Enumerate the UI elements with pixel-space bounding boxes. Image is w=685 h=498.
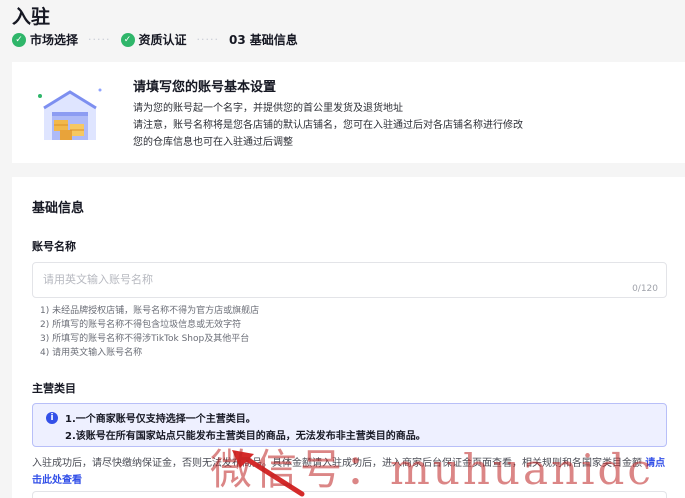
step-market-select: ✓ 市场选择 xyxy=(12,31,78,48)
check-circle-icon: ✓ xyxy=(120,32,135,47)
step-number: 03 xyxy=(229,32,246,47)
account-name-hint: 3) 所填写的账号名称不得涉TikTok Shop及其他平台 xyxy=(40,334,250,344)
info-icon: i xyxy=(46,412,58,424)
account-name-hint: 4) 请用英文输入账号名称 xyxy=(40,348,143,358)
step-basic-info: 03 基础信息 xyxy=(229,31,298,48)
check-circle-icon: ✓ xyxy=(12,32,26,47)
notice-title: 请填写您的账号基本设置 xyxy=(133,80,277,95)
step-divider: ····· xyxy=(88,33,111,46)
step-label: 基础信息 xyxy=(249,33,298,47)
step-indicator: ✓ 市场选择 ····· ✓ 资质认证 ····· 03 基础信息 xyxy=(12,31,298,48)
info-line: 1.一个商家账号仅支持选择一个主营类目。 xyxy=(65,414,256,425)
notice-line: 请注意，账号名称将是您各店铺的默认店铺名，您可在入驻通过后对各店铺名称进行修改 xyxy=(133,120,523,131)
step-label: 市场选择 xyxy=(30,33,79,47)
category-select[interactable] xyxy=(32,491,667,498)
page-title: 入驻 xyxy=(12,6,51,28)
step-label: 资质认证 xyxy=(138,33,187,47)
main-category-label: 主营类目 xyxy=(32,382,76,395)
category-info-alert: i 1.一个商家账号仅支持选择一个主营类目。 2.该账号在所有国家站点只能发布主… xyxy=(32,403,667,447)
deposit-description: 入驻成功后，请尽快缴纳保证金，否则无法发布商品。具体金额请入驻成功后，进入商家后… xyxy=(32,455,672,489)
deposit-description-text: 入驻成功后，请尽快缴纳保证金，否则无法发布商品。具体金额请入驻成功后，进入商家后… xyxy=(32,458,642,469)
notice-line: 请为您的账号起一个名字，并提供您的首公里发货及退货地址 xyxy=(133,103,403,114)
notice-card: 请填写您的账号基本设置 请为您的账号起一个名字，并提供您的首公里发货及退货地址 … xyxy=(12,62,685,163)
account-name-label: 账号名称 xyxy=(32,240,76,253)
account-name-input-wrapper[interactable]: 0/120 xyxy=(32,262,667,298)
account-name-hint: 2) 所填写的账号名称不得包含垃圾信息或无效字符 xyxy=(40,320,242,330)
warehouse-illustration-icon xyxy=(38,88,102,140)
info-line: 2.该账号在所有国家站点只能发布主营类目的商品，无法发布非主营类目的商品。 xyxy=(65,431,426,442)
account-name-input[interactable] xyxy=(43,263,603,295)
step-divider: ····· xyxy=(196,33,219,46)
account-name-hint: 1) 未经品牌授权店铺，账号名称不得为官方店或旗舰店 xyxy=(40,306,260,316)
step-qualification: ✓ 资质认证 xyxy=(120,31,187,48)
notice-line: 您的仓库信息也可在入驻通过后调整 xyxy=(133,137,293,148)
basic-info-form: 基础信息 账号名称 0/120 1) 未经品牌授权店铺，账号名称不得为官方店或旗… xyxy=(12,177,685,498)
section-title: 基础信息 xyxy=(32,201,85,216)
char-counter: 0/120 xyxy=(632,284,658,294)
